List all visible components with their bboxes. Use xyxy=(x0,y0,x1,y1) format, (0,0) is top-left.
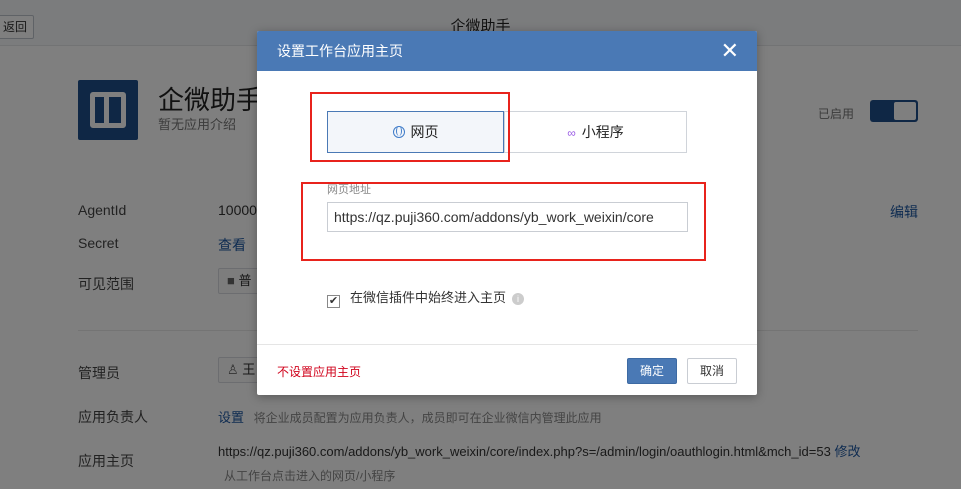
tab-mini-program[interactable]: ∞ 小程序 xyxy=(504,111,687,153)
close-icon[interactable]: ✕ xyxy=(721,31,739,71)
confirm-button[interactable]: 确定 xyxy=(627,358,677,384)
dialog-footer: 不设置应用主页 确定 取消 xyxy=(257,344,757,395)
dialog-header: 设置工作台应用主页 ✕ xyxy=(257,31,757,71)
mini-program-icon: ∞ xyxy=(567,126,576,140)
always-home-label: 在微信插件中始终进入主页 xyxy=(350,290,507,305)
no-homepage-link[interactable]: 不设置应用主页 xyxy=(277,363,361,380)
info-icon[interactable]: i xyxy=(512,293,525,305)
always-home-option[interactable]: ✔ 在微信插件中始终进入主页 i xyxy=(327,287,525,308)
highlight-box xyxy=(310,92,510,162)
cancel-button[interactable]: 取消 xyxy=(687,358,737,384)
highlight-box xyxy=(301,182,706,261)
dialog-title: 设置工作台应用主页 xyxy=(277,43,403,59)
always-home-checkbox[interactable]: ✔ xyxy=(327,295,340,308)
